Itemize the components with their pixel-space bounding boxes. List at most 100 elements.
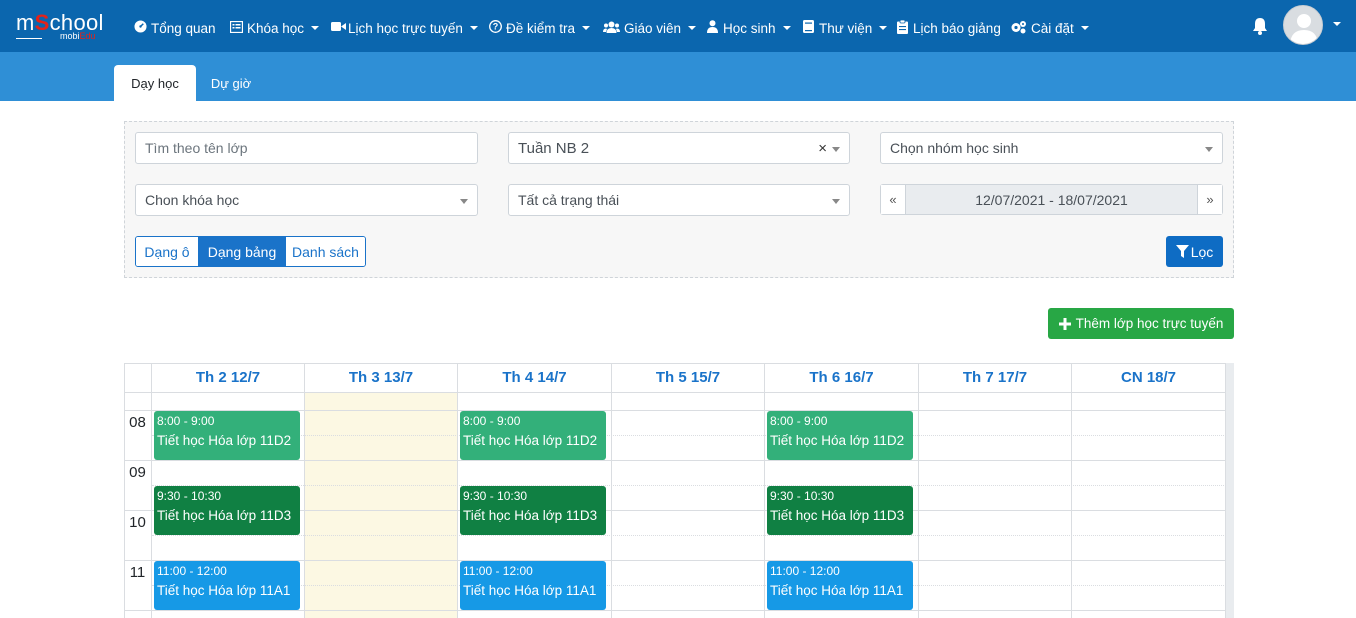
nav-settings[interactable]: Cài đặt [1010,19,1089,37]
bell-icon[interactable] [1252,17,1268,35]
next-week-button[interactable]: » [1197,185,1222,214]
clipboard-icon [896,19,909,37]
cogs-icon [1010,20,1027,37]
video-icon [331,21,346,35]
course-select-placeholder: Chon khóa học [145,192,240,208]
day-header-tue[interactable]: Th 3 13/7 [305,363,457,392]
calendar-event[interactable]: 11:00 - 12:00 Tiết học Hóa lớp 11A1 [767,561,913,610]
date-range-navigator: « 12/07/2021 - 18/07/2021 » [880,184,1223,215]
calendar-event[interactable]: 9:30 - 10:30 Tiết học Hóa lớp 11D3 [154,486,300,535]
day-header-thu[interactable]: Th 5 15/7 [612,363,764,392]
nav-label: Thư viện [819,20,873,36]
nav-lesson-schedule[interactable]: Lịch báo giảng [896,19,1001,37]
calendar-scrollbar[interactable] [1226,363,1234,618]
course-select[interactable]: Chon khóa học [135,184,478,216]
day-header-sun[interactable]: CN 18/7 [1072,363,1225,392]
day-header-sat[interactable]: Th 7 17/7 [919,363,1071,392]
hour-line [124,610,1226,611]
chevron-down-icon [311,26,320,30]
event-title: Tiết học Hóa lớp 11D3 [770,508,905,523]
day-header-wed[interactable]: Th 4 14/7 [458,363,611,392]
calendar-event[interactable]: 9:30 - 10:30 Tiết học Hóa lớp 11D3 [460,486,606,535]
chevron-down-icon [469,26,478,30]
event-time: 11:00 - 12:00 [770,564,840,578]
nav-students[interactable]: Học sinh [706,19,791,37]
calendar-event[interactable]: 8:00 - 9:00 Tiết học Hóa lớp 11D2 [154,411,300,460]
chevron-down-icon [688,26,697,30]
week-select[interactable]: Tuần NB 2 × [508,132,850,164]
nav-teachers[interactable]: Giáo viên [603,19,697,37]
chevron-down-icon [879,26,888,30]
chevron-down-icon [782,26,791,30]
half-hour-line [152,435,1226,436]
half-hour-line [152,585,1226,586]
avatar[interactable] [1283,5,1323,45]
chevron-down-icon [460,199,468,204]
nav-label: Khóa học [247,20,305,36]
nav-tests[interactable]: ? Đề kiểm tra [489,19,591,37]
user-icon [706,20,719,36]
nav-courses[interactable]: Khóa học [229,19,320,37]
status-select[interactable]: Tất cả trạng thái [508,184,850,216]
event-time: 9:30 - 10:30 [770,489,835,503]
calendar-event[interactable]: 11:00 - 12:00 Tiết học Hóa lớp 11A1 [460,561,606,610]
column-divider [611,363,612,618]
event-title: Tiết học Hóa lớp 11A1 [770,583,904,598]
add-online-class-button[interactable]: Thêm lớp học trực tuyến [1048,308,1234,339]
half-hour-line [152,535,1226,536]
hour-label: 09 [129,464,146,481]
event-title: Tiết học Hóa lớp 11D2 [770,433,905,448]
week-calendar: Th 2 12/7 Th 3 13/7 Th 4 14/7 Th 5 15/7 … [124,363,1234,618]
chevron-down-icon [832,199,840,204]
filter-button[interactable]: Lọc [1166,236,1223,267]
app-logo[interactable]: mSchool mobiEdu [16,8,116,44]
date-range-text: 12/07/2021 - 18/07/2021 [975,191,1128,208]
event-title: Tiết học Hóa lớp 11D3 [157,508,292,523]
column-divider [151,363,152,618]
calendar-event[interactable]: 9:30 - 10:30 Tiết học Hóa lớp 11D3 [767,486,913,535]
tab-teaching[interactable]: Dạy học [114,65,196,101]
chevron-down-icon[interactable] [1333,22,1341,26]
event-time: 8:00 - 9:00 [770,414,828,428]
svg-text:?: ? [493,22,499,32]
hour-label: 08 [129,414,146,431]
tab-bar: Dạy học Dự giờ [0,52,1356,101]
event-time: 11:00 - 12:00 [157,564,227,578]
tab-observation[interactable]: Dự giờ [200,65,262,101]
view-table-button[interactable]: Dạng bảng [198,237,285,266]
chevron-down-icon [832,147,840,152]
column-divider [918,363,919,618]
chevron-down-icon [582,26,591,30]
event-time: 8:00 - 9:00 [157,414,215,428]
day-header-mon[interactable]: Th 2 12/7 [152,363,304,392]
column-divider [1225,363,1226,618]
plus-icon [1058,317,1071,330]
logo-subtext: mobiEdu [60,31,96,41]
view-list-button[interactable]: Danh sách [285,237,365,266]
book-icon [802,20,815,36]
nav-online-schedule[interactable]: Lịch học trực tuyến [331,19,478,37]
prev-week-button[interactable]: « [881,185,906,214]
nav-label: Lịch báo giảng [913,20,1001,36]
hour-label: 11 [129,564,146,581]
event-time: 8:00 - 9:00 [463,414,521,428]
logo-underline [16,38,42,39]
nav-dashboard[interactable]: Tổng quan [134,19,216,37]
class-search-input[interactable]: Tìm theo tên lớp [135,132,478,164]
student-group-select[interactable]: Chọn nhóm học sinh [880,132,1223,164]
top-navbar: mSchool mobiEdu Tổng quan Khóa học Lịch … [0,0,1356,52]
calendar-event[interactable]: 8:00 - 9:00 Tiết học Hóa lớp 11D2 [460,411,606,460]
clear-icon[interactable]: × [818,140,827,157]
nav-label: Tổng quan [151,20,216,36]
nav-library[interactable]: Thư viện [802,19,888,37]
day-header-fri[interactable]: Th 6 16/7 [765,363,918,392]
list-icon [229,20,244,36]
event-title: Tiết học Hóa lớp 11A1 [463,583,597,598]
status-select-value: Tất cả trạng thái [518,192,620,208]
calendar-event[interactable]: 8:00 - 9:00 Tiết học Hóa lớp 11D2 [767,411,913,460]
view-grid-button[interactable]: Dạng ô [136,237,198,266]
filter-button-label: Lọc [1190,243,1214,260]
calendar-event[interactable]: 11:00 - 12:00 Tiết học Hóa lớp 11A1 [154,561,300,610]
nav-label: Giáo viên [624,20,682,36]
hour-line [124,460,1226,461]
